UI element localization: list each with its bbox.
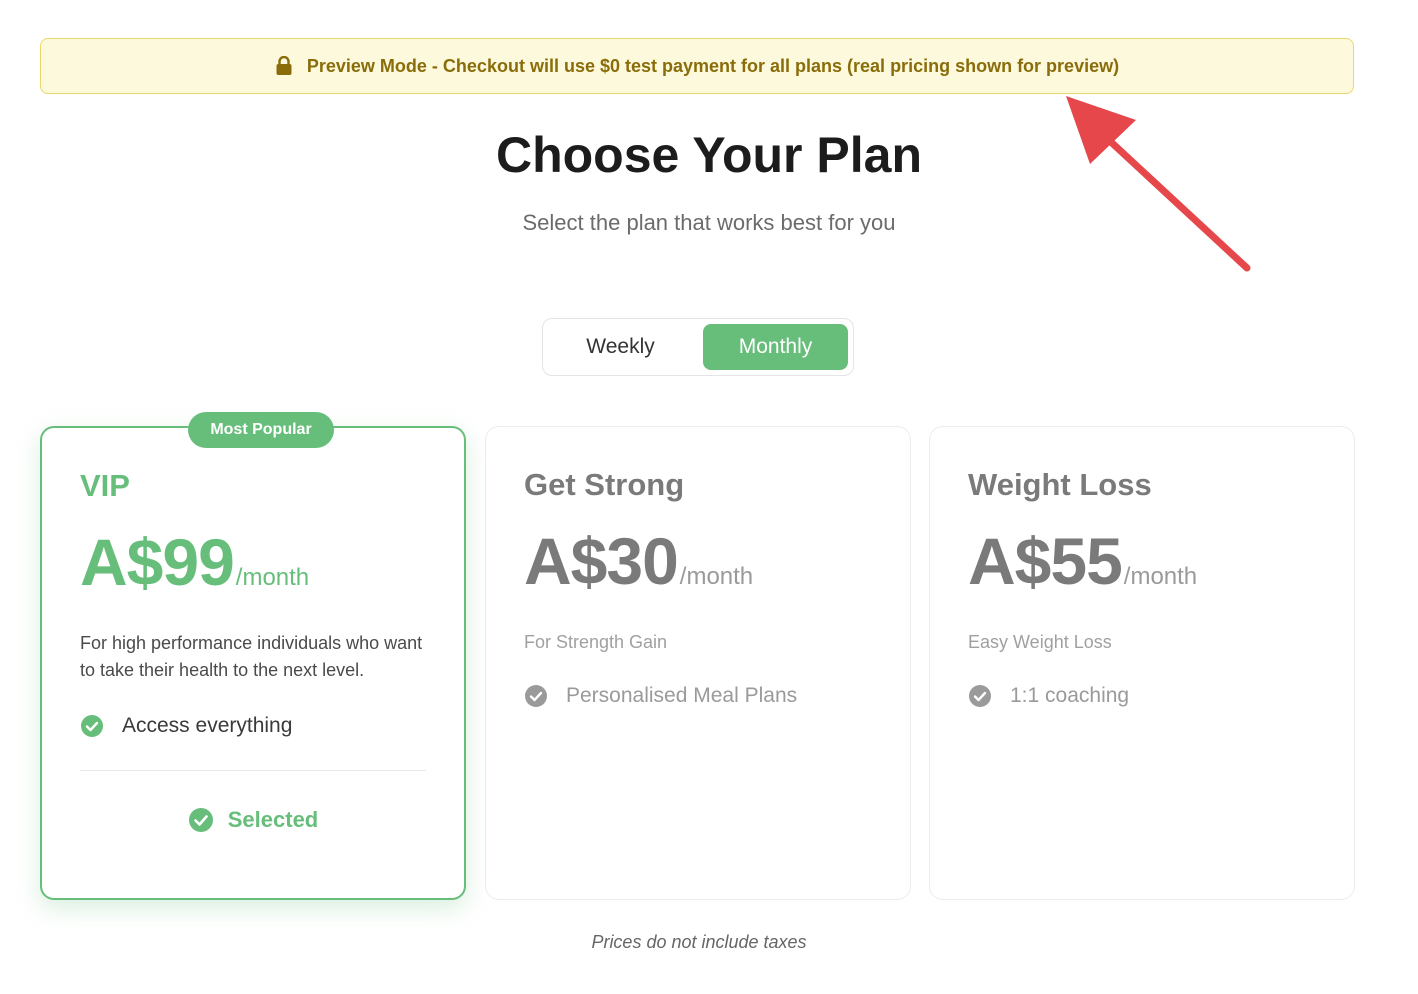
check-circle-icon bbox=[968, 684, 992, 708]
price-row: A$55 /month bbox=[968, 523, 1316, 598]
plan-price: A$55 bbox=[968, 524, 1123, 598]
feature-label: Personalised Meal Plans bbox=[566, 684, 798, 707]
plan-feature: 1:1 coaching bbox=[968, 684, 1316, 708]
feature-label: 1:1 coaching bbox=[1010, 684, 1130, 707]
taxes-footnote: Prices do not include taxes bbox=[591, 932, 807, 952]
price-row: A$30 /month bbox=[524, 523, 872, 598]
check-circle-icon bbox=[80, 714, 104, 738]
plan-card-weight-loss[interactable]: Weight Loss A$55 /month Easy Weight Loss… bbox=[929, 426, 1355, 900]
plan-feature: Access everything bbox=[80, 714, 426, 738]
plan-name: Get Strong bbox=[524, 467, 685, 502]
selected-label: Selected bbox=[227, 807, 319, 832]
check-circle-icon bbox=[188, 807, 214, 833]
plan-feature: Personalised Meal Plans bbox=[524, 684, 872, 708]
selected-indicator[interactable]: Selected bbox=[80, 807, 426, 833]
plan-card-vip[interactable]: Most Popular VIP A$99 /month For high pe… bbox=[40, 412, 466, 900]
plan-name: Weight Loss bbox=[968, 467, 1152, 502]
banner-text: Preview Mode - Checkout will use $0 test… bbox=[306, 55, 1120, 76]
divider bbox=[80, 770, 426, 771]
price-row: A$99 /month bbox=[80, 524, 426, 599]
plan-period: /month bbox=[1123, 563, 1198, 590]
feature-label: Access everything bbox=[122, 714, 293, 737]
billing-period-toggle: Weekly Monthly bbox=[542, 318, 854, 376]
preview-mode-banner: Preview Mode - Checkout will use $0 test… bbox=[40, 38, 1354, 94]
plan-card-get-strong[interactable]: Get Strong A$30 /month For Strength Gain… bbox=[485, 426, 911, 900]
plan-name: VIP bbox=[80, 468, 130, 503]
plan-description: For Strength Gain bbox=[524, 632, 668, 652]
plan-description: Easy Weight Loss bbox=[968, 632, 1112, 652]
plan-price: A$99 bbox=[80, 525, 235, 599]
plan-price: A$30 bbox=[524, 524, 679, 598]
plan-description: For high performance individuals who wan… bbox=[80, 633, 423, 680]
plan-period: /month bbox=[235, 564, 310, 591]
most-popular-badge: Most Popular bbox=[188, 412, 334, 448]
plan-period: /month bbox=[679, 563, 754, 590]
weekly-toggle-button[interactable]: Weekly bbox=[548, 324, 693, 370]
monthly-toggle-button[interactable]: Monthly bbox=[703, 324, 848, 370]
check-circle-icon bbox=[524, 684, 548, 708]
annotation-arrow-icon bbox=[1066, 96, 1251, 272]
lock-icon bbox=[275, 55, 293, 76]
